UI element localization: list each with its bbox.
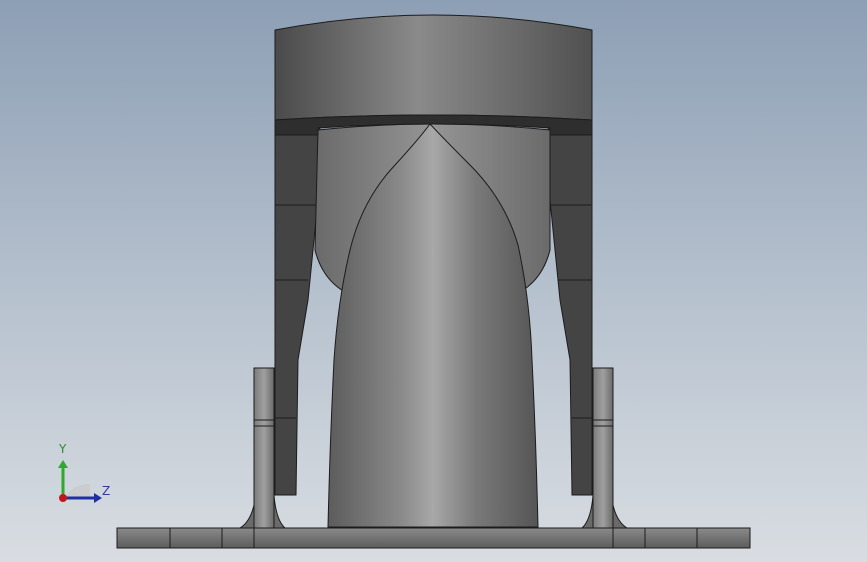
bracket-left[interactable] bbox=[274, 119, 321, 496]
z-axis-label: Z bbox=[102, 484, 111, 498]
triad-plane bbox=[64, 483, 90, 498]
cylindrical-head[interactable] bbox=[274, 14, 593, 136]
3d-model-view[interactable] bbox=[0, 0, 867, 562]
y-axis-label: Y bbox=[59, 442, 67, 456]
orientation-triad[interactable]: Y Z bbox=[50, 440, 120, 510]
z-axis-arrow-icon bbox=[94, 493, 102, 503]
graphics-viewport[interactable]: Y Z bbox=[0, 0, 867, 562]
x-axis-origin-icon bbox=[59, 494, 67, 502]
bracket-right[interactable] bbox=[547, 119, 593, 496]
base-plate[interactable] bbox=[116, 527, 751, 549]
y-axis-arrow-icon bbox=[58, 460, 68, 468]
